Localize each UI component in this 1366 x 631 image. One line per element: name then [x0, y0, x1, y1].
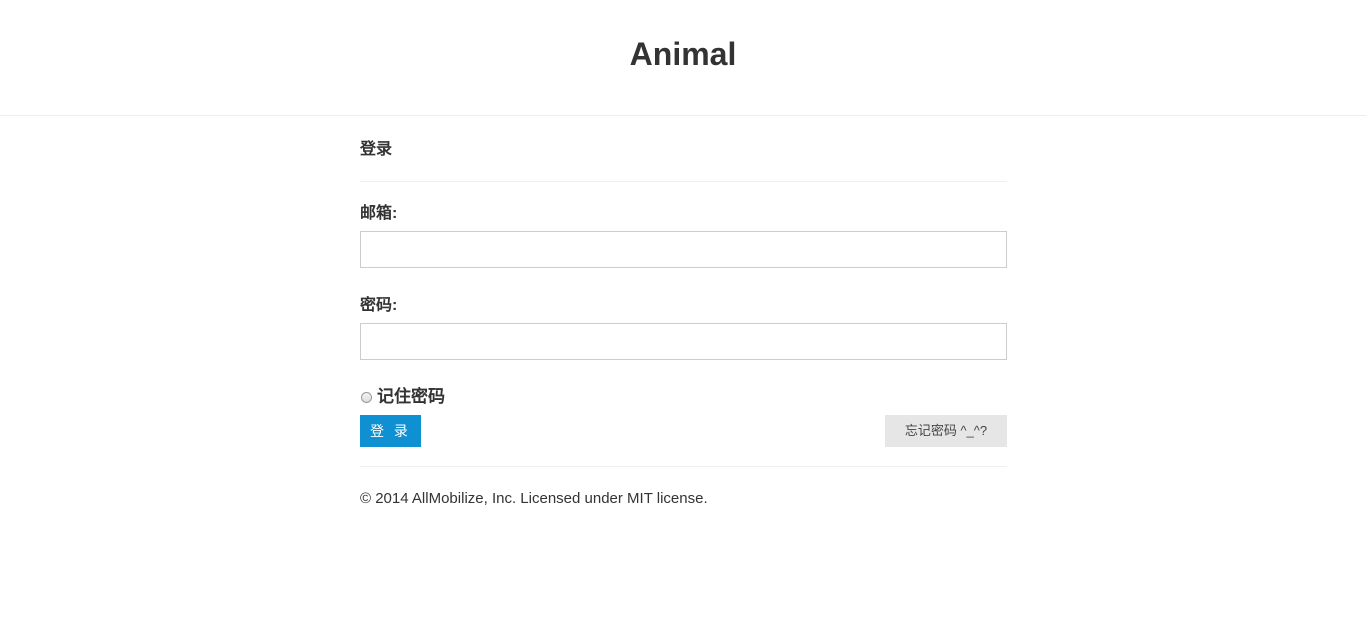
- password-label: 密码:: [360, 297, 398, 314]
- remember-password[interactable]: 记住密码: [360, 385, 445, 409]
- email-label: 邮箱:: [360, 205, 398, 222]
- login-button[interactable]: 登 录: [360, 415, 421, 447]
- footer-copyright: © 2014 AllMobilize, Inc. Licensed under …: [360, 490, 708, 507]
- remember-radio[interactable]: [361, 391, 372, 403]
- remember-label[interactable]: 记住密码: [377, 385, 445, 409]
- site-title: Animal: [629, 36, 737, 72]
- site-header: Animal: [0, 0, 1366, 116]
- forgot-password-button[interactable]: 忘记密码 ^_^?: [885, 415, 1007, 447]
- heading-divider: [360, 181, 1007, 182]
- footer-divider: [360, 466, 1007, 467]
- password-input[interactable]: [360, 323, 1007, 360]
- email-input[interactable]: [360, 231, 1007, 268]
- login-heading: 登录: [360, 141, 393, 158]
